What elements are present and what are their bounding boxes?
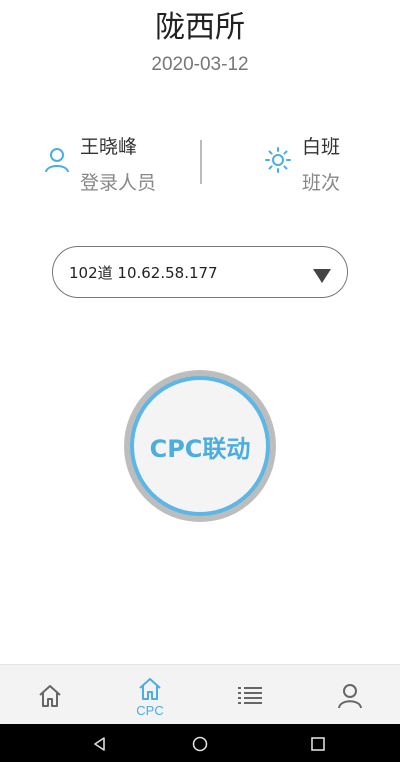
- home-circle-icon: [192, 736, 208, 752]
- tab-cpc[interactable]: CPC: [100, 665, 200, 725]
- user-name: 王晓峰: [80, 136, 138, 158]
- divider: [200, 140, 202, 184]
- person-icon: [45, 148, 69, 173]
- user-block: 王晓峰 登录人员: [44, 128, 194, 198]
- recents-icon: [311, 737, 325, 751]
- nav-back[interactable]: [70, 724, 130, 762]
- person-icon: [338, 684, 362, 709]
- page-title: 陇西所: [155, 10, 245, 45]
- bottom-tab-bar: CPC: [0, 664, 400, 724]
- home-icon: [39, 685, 61, 707]
- user-role-label: 登录人员: [80, 172, 157, 194]
- dropdown-caret-icon: [313, 269, 331, 283]
- cpc-link-button-face: CPC联动: [130, 376, 270, 516]
- cpc-link-label: CPC联动: [149, 434, 251, 463]
- home-icon: [139, 678, 161, 700]
- shift-label: 班次: [302, 172, 341, 194]
- tab-home[interactable]: [0, 665, 100, 725]
- tab-list[interactable]: [200, 665, 300, 725]
- system-nav-bar: [0, 724, 400, 762]
- tab-profile[interactable]: [300, 665, 400, 725]
- shift-name: 白班: [302, 136, 341, 158]
- info-row: 王晓峰 登录人员 白班 班次: [0, 128, 400, 198]
- nav-home[interactable]: [170, 724, 230, 762]
- sun-icon: [265, 147, 291, 173]
- back-icon: [94, 737, 105, 751]
- date-label: 2020-03-12: [151, 54, 249, 75]
- lane-select[interactable]: 102道 10.62.58.177: [52, 246, 348, 298]
- list-icon: [238, 687, 262, 704]
- shift-block: 白班 班次: [264, 128, 374, 198]
- nav-recents[interactable]: [288, 724, 348, 762]
- cpc-link-button[interactable]: CPC联动: [124, 370, 276, 522]
- tab-cpc-label: CPC: [136, 703, 164, 718]
- lane-select-value: 102道 10.62.58.177: [69, 264, 218, 282]
